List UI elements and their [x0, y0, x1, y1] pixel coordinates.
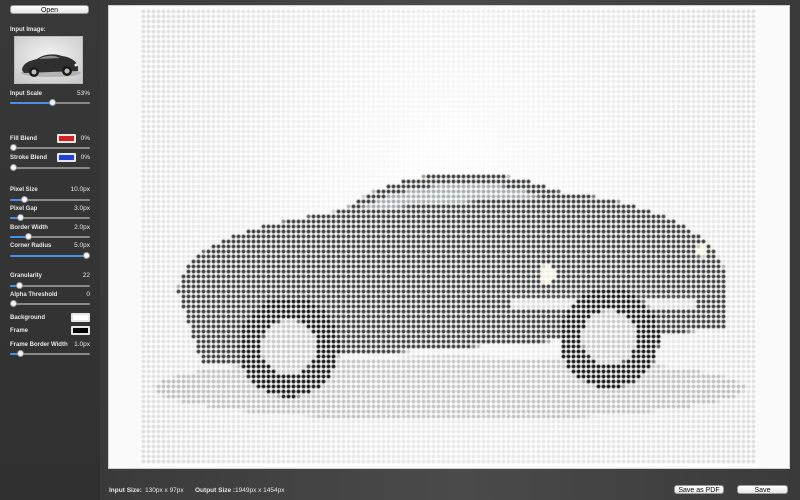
pixel-size-slider[interactable]: [10, 196, 90, 203]
corner-radius-slider-fill: [10, 255, 86, 257]
output-preview-canvas: [108, 5, 790, 469]
stroke-blend-slider[interactable]: [10, 164, 90, 171]
granularity-value: 22: [82, 272, 90, 279]
border-width-label: Border Width: [10, 225, 48, 231]
corner-radius-slider-knob[interactable]: [83, 252, 90, 259]
output-size-label: Output Size :: [195, 487, 236, 494]
frame-border-width-value: 1.0px: [74, 341, 90, 348]
open-button[interactable]: Open: [10, 5, 89, 14]
border-width-slider-knob[interactable]: [24, 233, 32, 240]
pixelated-car-preview: [141, 9, 757, 466]
input-size-value: 130px x 97px: [145, 487, 184, 494]
border-width-value: 2.0px: [74, 224, 90, 231]
alpha-threshold-slider-knob[interactable]: [10, 300, 17, 307]
fill-blend-slider-knob[interactable]: [10, 144, 17, 151]
input-scale-value: 53%: [76, 90, 90, 97]
input-scale-slider-knob[interactable]: [48, 99, 56, 106]
input-scale-slider-fill: [10, 102, 52, 104]
input-image-thumbnail[interactable]: [14, 36, 83, 84]
pixel-gap-value: 3.0px: [74, 205, 90, 212]
corner-radius-value: 5.0px: [74, 242, 90, 249]
background-label: Background: [10, 315, 46, 321]
pixel-size-label: Pixel Size: [10, 187, 38, 193]
alpha-threshold-slider[interactable]: [10, 300, 90, 307]
frame-border-width-label: Frame Border Width: [10, 342, 68, 348]
input-size-label: Input Size:: [109, 487, 142, 494]
alpha-threshold-value: 0: [86, 291, 90, 298]
fill-blend-value: 0%: [80, 135, 90, 142]
pixel-gap-label: Pixel Gap: [10, 206, 38, 212]
background-color-swatch[interactable]: [71, 313, 90, 322]
car-thumbnail-image: [15, 37, 82, 83]
fill-blend-label: Fill Blend: [10, 136, 37, 142]
stroke-blend-value: 0%: [80, 154, 90, 161]
alpha-threshold-label: Alpha Threshold: [10, 292, 58, 298]
save-as-pdf-button[interactable]: Save as PDF: [674, 485, 724, 494]
fill-blend-slider[interactable]: [10, 144, 90, 151]
granularity-slider[interactable]: [10, 282, 90, 289]
stroke-blend-slider-knob[interactable]: [10, 164, 17, 171]
save-button[interactable]: Save: [737, 485, 788, 494]
pixel-size-slider-knob[interactable]: [20, 196, 28, 203]
pixel-size-value: 10.0px: [70, 186, 90, 193]
stroke-blend-label: Stroke Blend: [10, 155, 48, 161]
corner-radius-label: Corner Radius: [10, 243, 52, 249]
corner-radius-slider[interactable]: [10, 252, 90, 259]
output-size-value: 1949px x 1454px: [235, 487, 285, 494]
granularity-slider-knob[interactable]: [15, 282, 23, 289]
input-scale-slider[interactable]: [10, 99, 90, 106]
granularity-label: Granularity: [10, 273, 43, 279]
pixel-gap-slider[interactable]: [10, 214, 90, 221]
frame-label: Frame: [10, 328, 29, 334]
input-image-label: Input Image:: [10, 27, 46, 33]
input-scale-label: Input Scale: [10, 91, 43, 97]
frame-color-swatch[interactable]: [71, 326, 90, 335]
frame-border-width-slider[interactable]: [10, 350, 90, 357]
border-width-slider[interactable]: [10, 233, 90, 240]
